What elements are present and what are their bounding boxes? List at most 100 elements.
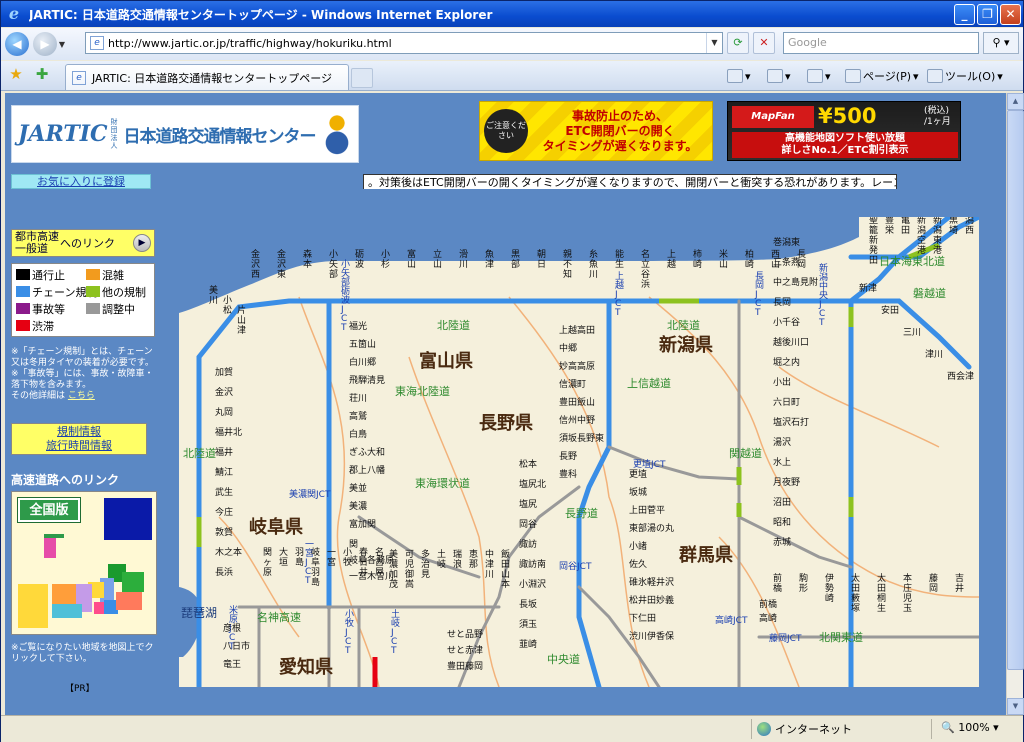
add-favorites-link[interactable]: お気に入りに登録 (11, 174, 151, 189)
history-dropdown-icon[interactable]: ▼ (57, 40, 67, 49)
ic-label-hokuriku-west: 小松 (223, 295, 232, 316)
legend-item: 渋滞 (16, 318, 54, 333)
ic-label-tokaihokuriku: 郡上八幡 (349, 464, 385, 476)
map-region-shikoku[interactable] (52, 604, 82, 618)
road-banetsu: 磐越道 (913, 286, 946, 300)
mapfan-banner[interactable]: MapFan PLANER ¥500 (税込)/1ヶ月 高機能地図ソフト使い放題… (727, 101, 961, 161)
mapfan-per: (税込)/1ヶ月 (924, 106, 951, 128)
refresh-icon[interactable]: ⟳ (727, 32, 749, 54)
road-hokuriku-3: 北陸道 (667, 318, 700, 332)
feeds-button[interactable]: ▾ (767, 67, 791, 85)
ic-label-hokuriku: 小矢部 (329, 249, 338, 280)
ic-label-nihonkai: 潟西 (965, 217, 974, 236)
page-content: JARTIC 財団法人 日本道路交通情報センター ご注意ください 事故防止のため… (5, 93, 1006, 715)
hokuriku-traffic-map[interactable]: 富山県 長野県 新潟県 岐阜県 群馬県 愛知県 北陸道 東海北陸道 上信越道 関… (179, 217, 979, 687)
etc-notice-banner[interactable]: ご注意ください 事故防止のため、 ETC開閉バーの開く タイミングが遅くなります… (479, 101, 713, 161)
vertical-scrollbar[interactable]: ▲ ▼ (1006, 93, 1024, 715)
map-region-chugoku[interactable] (52, 584, 76, 604)
ic-label-joshinetsu: 長野 (559, 451, 577, 462)
url-input[interactable]: e http://www.jartic.or.jp/traffic/highwa… (85, 32, 723, 54)
scroll-thumb[interactable] (1007, 110, 1024, 670)
map-region-hokkaido[interactable] (104, 498, 152, 540)
ic-label-banetsu: 津川 (925, 349, 943, 360)
zoom-control[interactable]: 🔍 100% ▾ (941, 721, 999, 734)
traffic-map-svg: 富山県 長野県 新潟県 岐阜県 群馬県 愛知県 北陸道 東海北陸道 上信越道 関… (179, 217, 979, 687)
new-tab-button[interactable] (351, 68, 373, 88)
pref-gifu: 岐阜県 (249, 516, 303, 538)
ic-label-kitakanto: 太田藪塚 (851, 572, 860, 614)
ic-label-nagano: 岡谷 (519, 519, 537, 530)
ic-label-tokai: せと赤津 (447, 645, 483, 656)
etc-notice-line: タイミングが遅くなります。 (542, 138, 698, 153)
search-input[interactable]: Google (783, 32, 979, 54)
close-button[interactable]: ✕ (1000, 3, 1021, 25)
ie-logo-icon: e (8, 4, 20, 23)
forward-button[interactable]: ▶ (33, 32, 57, 56)
ic-label-meishin: 春日井 (359, 546, 368, 578)
detail-link[interactable]: こちら (68, 391, 95, 401)
page-menu[interactable]: ページ(P) ▾ (845, 67, 919, 85)
ic-label-nagano: 塩尻 (519, 498, 537, 510)
search-icon[interactable]: ⚲ ▾ (983, 32, 1019, 54)
home-button[interactable]: ▾ (727, 67, 751, 85)
ic-label-hokuriku-west: 美川 (209, 284, 218, 306)
ic-label-kanetsu: 堀之内 (773, 356, 800, 368)
road-chuo: 中央道 (547, 652, 580, 666)
pref-toyama: 富山県 (419, 350, 473, 372)
road-nihonkai-tohoku: 日本海東北道 (879, 254, 945, 268)
japan-mini-map[interactable]: 全国版 (11, 491, 157, 635)
ic-label-tokaihokuriku: 恵那 (469, 548, 478, 570)
ic-label-tokaihokuriku: 瑞浪 (453, 548, 462, 570)
ic-label-hokuriku: 砺波 (355, 249, 364, 270)
zoom-level: 100% (958, 721, 990, 734)
minimize-button[interactable]: _ (954, 3, 975, 25)
mini-map-note: ※ご覧になりたい地域を地図上でクリックして下さい。 (11, 643, 154, 664)
maximize-button[interactable]: ❐ (977, 3, 998, 25)
map-region-tokyo[interactable] (122, 572, 144, 592)
stop-icon[interactable]: ✕ (753, 32, 775, 54)
mapfan-sub-line: 高機能地図ソフト使い放題 (785, 133, 905, 144)
travel-time-link[interactable]: 旅行時間情報 (12, 439, 146, 453)
regulation-info-link[interactable]: 規制情報 (12, 425, 146, 439)
ic-label-nagano: 須玉 (519, 619, 537, 630)
status-separator (751, 719, 752, 739)
ic-label-joshinetsu-east: 更埴 (629, 468, 647, 480)
tab-jartic[interactable]: e JARTIC: 日本道路交通情報センタートップページ (65, 64, 349, 90)
gear-icon (927, 69, 943, 83)
ic-label-joshinetsu-east: 上田菅平 (629, 504, 665, 516)
add-favorites-icon[interactable]: ✚ (33, 65, 51, 83)
map-region-kyushu[interactable] (18, 584, 48, 628)
ic-label-meishin: 小牧 (343, 547, 352, 568)
favorites-star-icon[interactable]: ★ (7, 65, 25, 83)
ic-label-meishin: 一宮 (327, 548, 336, 568)
scroll-down-icon[interactable]: ▼ (1007, 698, 1024, 715)
scroll-up-icon[interactable]: ▲ (1007, 93, 1024, 110)
national-button[interactable]: 全国版 (17, 497, 81, 523)
ic-label-kanetsu: 塩沢石打 (773, 416, 809, 428)
security-zone[interactable]: インターネット (757, 721, 852, 737)
legend-swatch (16, 303, 30, 314)
ic-label-kanetsu: 湯沢 (773, 436, 791, 448)
ic-label-kitakanto: 伊勢崎 (825, 572, 834, 604)
ic-label-kanetsu: 三条燕 (773, 256, 800, 268)
ic-label-nihonkai: 新潟東港 (933, 217, 942, 256)
zone-label: インターネット (775, 723, 852, 736)
ic-label-nihonkai: 黒埼 (949, 217, 958, 236)
tools-menu[interactable]: ツール(O) ▾ (927, 67, 1003, 85)
print-button[interactable]: ▾ (807, 67, 831, 85)
ic-label-tokaihokuriku: 高鷲 (349, 410, 367, 422)
url-dropdown-icon[interactable]: ▼ (706, 33, 722, 53)
ic-label-kanetsu: 小千谷 (773, 317, 800, 328)
urban-highway-link[interactable]: 都市高速一般道 へのリンク ▶ (11, 229, 155, 257)
road-joshinetsu: 上信越道 (627, 376, 671, 390)
back-button[interactable]: ◀ (5, 32, 29, 56)
jartic-logo[interactable]: JARTIC 財団法人 日本道路交通情報センター (11, 105, 359, 163)
tools-menu-label: ツール(O) (945, 70, 996, 83)
jct-label: 上越 J C T (614, 271, 624, 318)
map-region-kanagawa[interactable] (116, 592, 142, 610)
page-icon (845, 69, 861, 83)
prefecture-borders (218, 296, 979, 687)
status-bar: インターネット 🔍 100% ▾ (1, 715, 1023, 742)
legend-swatch (86, 269, 100, 280)
ic-label-kanetsu: 巻潟東 (773, 236, 800, 248)
